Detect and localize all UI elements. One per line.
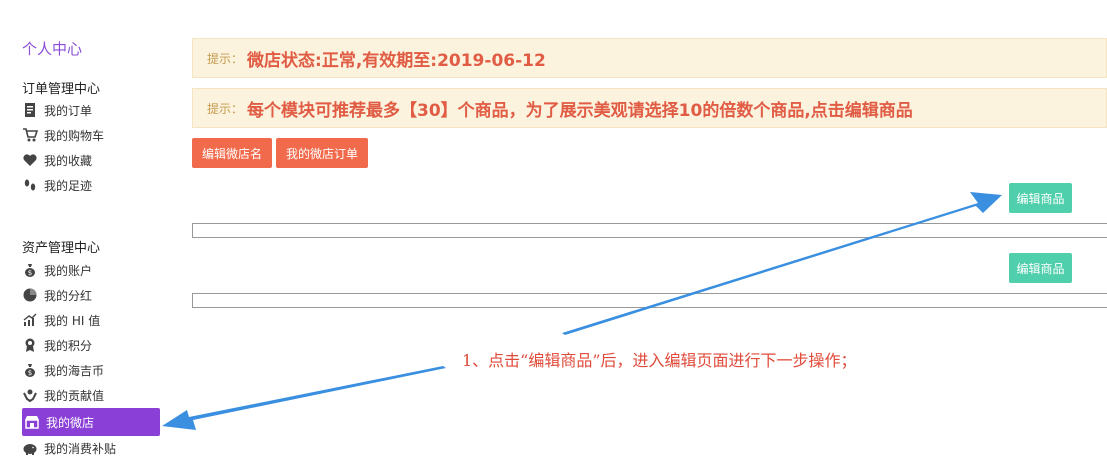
sidebar-item-account[interactable]: $ 我的账户 [22, 259, 92, 281]
sidebar-item-points[interactable]: 我的积分 [22, 334, 92, 356]
sidebar-item-label: 我的足迹 [44, 178, 93, 193]
sidebar-item-cart[interactable]: 我的购物车 [22, 124, 104, 146]
group-title-orders: 订单管理中心 [22, 82, 101, 97]
sidebar-title[interactable]: 个人中心 [22, 38, 82, 59]
heart-icon [22, 152, 38, 168]
piggy-bank-icon [22, 440, 38, 456]
sidebar-item-footprints[interactable]: 我的足迹 [22, 174, 92, 196]
sidebar-item-label: 我的消费补贴 [44, 441, 117, 456]
money-bag-icon: $ [22, 262, 38, 278]
sidebar-item-label: 我的购物车 [44, 128, 105, 143]
document-icon [22, 102, 38, 118]
store-icon [24, 414, 40, 430]
edit-products-button[interactable]: 编辑商品 [1009, 253, 1072, 283]
annotation-note: 1、点击“编辑商品”后，进入编辑页面进行下一步操作； [462, 351, 857, 370]
svg-text:$: $ [28, 369, 32, 377]
sidebar-item-label: 我的收藏 [44, 153, 93, 168]
sidebar-item-label: 我的微店 [46, 415, 95, 430]
cart-icon [22, 127, 38, 143]
pie-chart-icon [22, 287, 38, 303]
trend-chart-icon [22, 312, 38, 328]
sidebar-item-hi-value[interactable]: 我的 HI 值 [22, 309, 100, 331]
product-module-box [192, 293, 1107, 308]
sidebar-item-dividends[interactable]: 我的分红 [22, 284, 92, 306]
sidebar-item-contribution[interactable]: 我的贡献值 [22, 384, 104, 406]
sidebar-item-label: 我的 HI 值 [44, 313, 101, 328]
sidebar-item-subsidy[interactable]: 我的消费补贴 [22, 437, 116, 459]
sidebar-item-label: 我的订单 [44, 103, 93, 118]
sidebar-item-label: 我的海吉币 [44, 363, 105, 378]
arrow-to-edit-products [562, 192, 1002, 335]
sidebar-item-label: 我的贡献值 [44, 388, 105, 403]
tip-label: 提示： [207, 51, 244, 66]
sidebar: 个人中心 订单管理中心 我的订单 我的购物车 我的收藏 我的足迹 资产管理中心 … [0, 0, 175, 466]
my-shop-orders-button[interactable]: 我的微店订单 [276, 138, 368, 168]
product-module-box [192, 223, 1107, 238]
sidebar-item-haiji-coin[interactable]: $ 我的海吉币 [22, 359, 104, 381]
sidebar-item-label: 我的积分 [44, 338, 93, 353]
hands-icon [22, 387, 38, 403]
sidebar-item-my-shop[interactable]: 我的微店 [22, 408, 160, 436]
recommend-tip-text: 每个模块可推荐最多【30】个商品，为了展示美观请选择10的倍数个商品,点击编辑商… [247, 100, 913, 121]
edit-shop-name-button[interactable]: 编辑微店名 [192, 138, 272, 168]
sidebar-item-label: 我的账户 [44, 263, 93, 278]
sidebar-item-favorites[interactable]: 我的收藏 [22, 149, 92, 171]
sidebar-item-label: 我的分红 [44, 288, 93, 303]
arrow-to-my-shop [162, 366, 446, 430]
group-title-assets: 资产管理中心 [22, 241, 101, 256]
svg-text:$: $ [28, 269, 32, 277]
sidebar-item-my-orders[interactable]: 我的订单 [22, 99, 92, 121]
coin-bag-icon: $ [22, 362, 38, 378]
shop-status-tip: 提示： 微店状态:正常,有效期至:2019-06-12 [192, 38, 1107, 78]
edit-products-button[interactable]: 编辑商品 [1009, 183, 1072, 213]
shop-status-text: 微店状态:正常,有效期至:2019-06-12 [247, 50, 546, 71]
recommend-tip: 提示： 每个模块可推荐最多【30】个商品，为了展示美观请选择10的倍数个商品,点… [192, 88, 1107, 128]
tip-label: 提示： [207, 101, 244, 116]
award-icon [22, 337, 38, 353]
footprint-icon [22, 177, 38, 193]
